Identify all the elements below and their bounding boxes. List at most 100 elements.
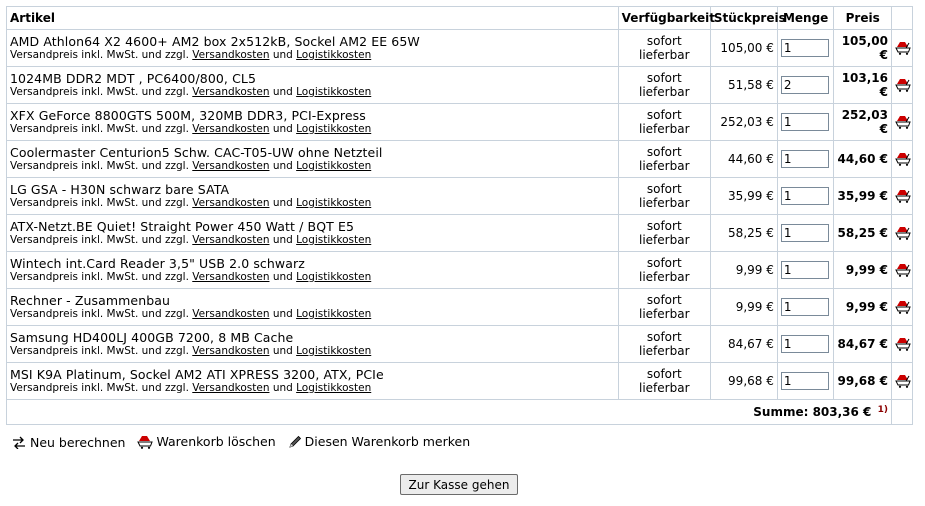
logistics-costs-link[interactable]: Logistikkosten	[296, 271, 371, 283]
unit-price-cell: 35,99 €	[709, 177, 778, 215]
article-cell: MSI K9A Platinum, Sockel AM2 ATI XPRESS …	[6, 362, 619, 400]
cart-item-row: Coolermaster Centurion5 Schw. CAC-T05-UW…	[6, 140, 913, 178]
unit-price-cell: 99,68 €	[709, 362, 778, 400]
action-cell	[891, 177, 913, 215]
unit-price-cell: 84,67 €	[709, 325, 778, 363]
checkout-button[interactable]: Zur Kasse gehen	[400, 474, 518, 495]
clear-cart-button[interactable]: Warenkorb löschen	[137, 434, 276, 449]
action-cell	[891, 214, 913, 252]
header-availability: Verfügbarkeit	[617, 6, 715, 30]
remove-from-cart-icon[interactable]	[895, 115, 911, 130]
shipping-costs-link[interactable]: Versandkosten	[192, 271, 269, 283]
article-cell: Samsung HD400LJ 400GB 7200, 8 MB Cache Ve…	[6, 325, 619, 363]
product-name: ATX-Netzt.BE Quiet! Straight Power 450 W…	[10, 219, 354, 234]
pencil-icon	[289, 435, 301, 448]
quantity-input[interactable]	[780, 298, 829, 316]
shipping-costs-link[interactable]: Versandkosten	[192, 382, 269, 394]
logistics-costs-link[interactable]: Logistikkosten	[296, 382, 371, 394]
product-name: MSI K9A Platinum, Sockel AM2 ATI XPRESS …	[10, 367, 384, 382]
shipping-costs-link[interactable]: Versandkosten	[192, 345, 269, 357]
logistics-costs-link[interactable]: Logistikkosten	[296, 234, 371, 246]
quantity-input[interactable]	[780, 335, 829, 353]
shipping-costs-link[interactable]: Versandkosten	[192, 160, 269, 172]
price-note-prefix: Versandpreis inkl. MwSt. und zzgl.	[10, 271, 189, 283]
availability-cell: sofort lieferbar	[617, 362, 711, 400]
shipping-costs-link[interactable]: Versandkosten	[192, 49, 269, 61]
logistics-costs-link[interactable]: Logistikkosten	[296, 86, 371, 98]
quantity-input[interactable]	[780, 372, 829, 390]
price-note-and: und	[272, 234, 293, 246]
price-cell: 9,99 €	[833, 288, 892, 326]
price-note-prefix: Versandpreis inkl. MwSt. und zzgl.	[10, 197, 189, 209]
remove-from-cart-icon[interactable]	[895, 189, 911, 204]
header-unit-price: Stückpreis	[709, 6, 786, 30]
remove-from-cart-icon[interactable]	[895, 41, 911, 56]
price-note-prefix: Versandpreis inkl. MwSt. und zzgl.	[10, 308, 189, 320]
availability-cell: sofort lieferbar	[617, 288, 711, 326]
price-note-prefix: Versandpreis inkl. MwSt. und zzgl.	[10, 382, 189, 394]
action-cell	[891, 325, 913, 363]
remove-from-cart-icon[interactable]	[895, 374, 911, 389]
logistics-costs-link[interactable]: Logistikkosten	[296, 49, 371, 61]
quantity-input[interactable]	[780, 187, 829, 205]
recalculate-button[interactable]: Neu berechnen	[11, 435, 125, 450]
sum-total: Summe: 803,36 €	[753, 405, 872, 419]
sum-row: Summe: 803,36 € 1)	[6, 399, 913, 425]
clear-cart-icon	[137, 435, 154, 449]
price-note-and: und	[272, 49, 293, 61]
price-note: Versandpreis inkl. MwSt. und zzgl. Versa…	[10, 234, 615, 247]
unit-price-cell: 252,03 €	[709, 103, 778, 141]
quantity-input[interactable]	[780, 150, 829, 168]
recalculate-arrows-icon	[13, 436, 25, 449]
price-cell: 58,25 €	[833, 214, 892, 252]
quantity-cell	[776, 288, 835, 326]
shipping-costs-link[interactable]: Versandkosten	[192, 308, 269, 320]
price-note-prefix: Versandpreis inkl. MwSt. und zzgl.	[10, 123, 189, 135]
article-cell: ATX-Netzt.BE Quiet! Straight Power 450 W…	[6, 214, 619, 252]
shipping-costs-link[interactable]: Versandkosten	[192, 123, 269, 135]
sum-footnote: 1)	[877, 405, 888, 415]
availability-cell: sofort lieferbar	[617, 140, 711, 178]
remove-from-cart-icon[interactable]	[895, 78, 911, 93]
quantity-input[interactable]	[780, 224, 829, 242]
action-cell	[891, 140, 913, 178]
price-note-and: und	[272, 160, 293, 172]
quantity-input[interactable]	[780, 39, 829, 57]
product-name: 1024MB DDR2 MDT , PC6400/800, CL5	[10, 71, 257, 86]
shipping-costs-link[interactable]: Versandkosten	[192, 234, 269, 246]
header-price: Preis	[833, 6, 892, 30]
price-cell: 84,67 €	[833, 325, 892, 363]
logistics-costs-link[interactable]: Logistikkosten	[296, 345, 371, 357]
product-name: AMD Athlon64 X2 4600+ AM2 box 2x512kB, S…	[10, 34, 420, 49]
action-cell	[891, 362, 913, 400]
quantity-input[interactable]	[780, 76, 829, 94]
price-cell: 35,99 €	[833, 177, 892, 215]
remove-from-cart-icon[interactable]	[895, 226, 911, 241]
product-name: XFX GeForce 8800GTS 500M, 320MB DDR3, PC…	[10, 108, 366, 123]
quantity-input[interactable]	[780, 113, 829, 131]
quantity-cell	[776, 66, 835, 104]
logistics-costs-link[interactable]: Logistikkosten	[296, 123, 371, 135]
shipping-costs-link[interactable]: Versandkosten	[192, 86, 269, 98]
remember-cart-button[interactable]: Diesen Warenkorb merken	[288, 434, 470, 449]
price-note: Versandpreis inkl. MwSt. und zzgl. Versa…	[10, 49, 615, 62]
shipping-costs-link[interactable]: Versandkosten	[192, 197, 269, 209]
header-quantity: Menge	[776, 6, 835, 30]
cart-header-row: Artikel Verfügbarkeit Stückpreis Menge P…	[6, 6, 913, 30]
availability-cell: sofort lieferbar	[617, 177, 711, 215]
logistics-costs-link[interactable]: Logistikkosten	[296, 160, 371, 172]
price-note: Versandpreis inkl. MwSt. und zzgl. Versa…	[10, 382, 615, 395]
quantity-cell	[776, 177, 835, 215]
remove-from-cart-icon[interactable]	[895, 300, 911, 315]
logistics-costs-link[interactable]: Logistikkosten	[296, 308, 371, 320]
quantity-input[interactable]	[780, 261, 829, 279]
remove-from-cart-icon[interactable]	[895, 152, 911, 167]
cart-table: Artikel Verfügbarkeit Stückpreis Menge P…	[6, 6, 913, 425]
remove-from-cart-icon[interactable]	[895, 263, 911, 278]
unit-price-cell: 58,25 €	[709, 214, 778, 252]
logistics-costs-link[interactable]: Logistikkosten	[296, 197, 371, 209]
remove-from-cart-icon[interactable]	[895, 337, 911, 352]
quantity-cell	[776, 140, 835, 178]
article-cell: Rechner - Zusammenbau Versandpreis inkl. …	[6, 288, 619, 326]
price-note: Versandpreis inkl. MwSt. und zzgl. Versa…	[10, 271, 615, 284]
